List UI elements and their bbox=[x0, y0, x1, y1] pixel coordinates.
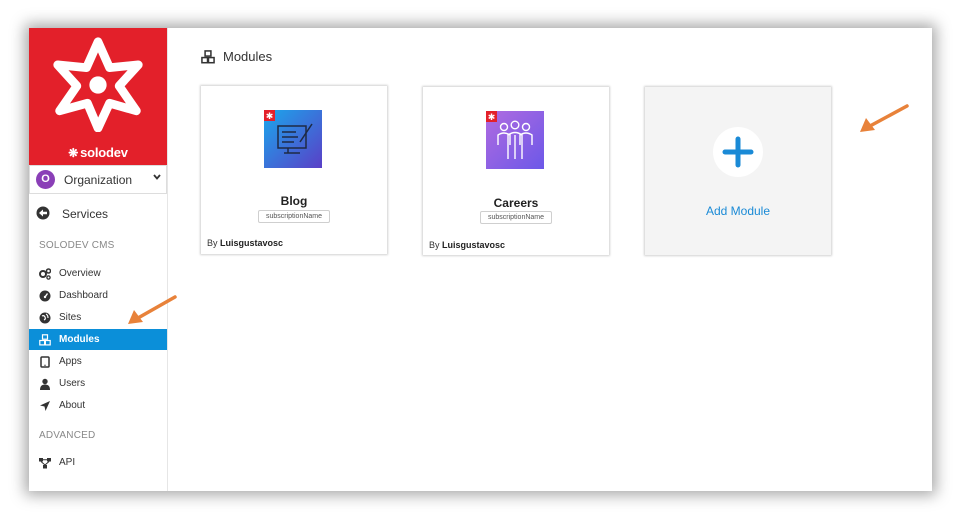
services-label: Services bbox=[62, 207, 109, 221]
module-author-prefix: By bbox=[207, 238, 218, 248]
svg-text:✱: ✱ bbox=[488, 113, 496, 123]
page-title-text: Modules bbox=[223, 49, 273, 64]
module-author-name: Luisgustavosc bbox=[220, 238, 284, 248]
location-arrow-icon bbox=[40, 401, 50, 411]
brand-name-text: solodev bbox=[80, 145, 128, 160]
organization-select[interactable]: O Organization bbox=[29, 165, 167, 194]
sidebar-item-api[interactable]: API bbox=[29, 452, 167, 473]
tablet-icon bbox=[40, 356, 50, 368]
module-subscription-tag: subscriptionName bbox=[258, 210, 330, 223]
blog-icon: ✱ bbox=[264, 110, 322, 168]
sidebar-item-overview[interactable]: Overview bbox=[29, 263, 167, 284]
sidebar-item-users[interactable]: Users bbox=[29, 373, 167, 394]
module-card-careers[interactable]: ✱ Careers subscriptionName By Luisgustav… bbox=[423, 87, 609, 255]
add-module-card[interactable]: Add Module bbox=[645, 87, 831, 255]
careers-icon: ✱ bbox=[486, 111, 544, 169]
organization-avatar: O bbox=[36, 170, 55, 189]
svg-text:✱: ✱ bbox=[266, 112, 274, 122]
user-icon bbox=[40, 378, 50, 390]
api-icon bbox=[39, 458, 51, 469]
brand-name: ❋ solodev bbox=[29, 145, 167, 160]
globe-icon bbox=[39, 312, 51, 324]
module-subscription-tag: subscriptionName bbox=[480, 211, 552, 224]
module-author-prefix: By bbox=[429, 240, 440, 250]
module-author: By Luisgustavosc bbox=[207, 238, 283, 248]
solodev-logo-icon bbox=[53, 37, 143, 132]
sidebar-item-label: Sites bbox=[59, 312, 82, 323]
cubes-icon bbox=[39, 334, 51, 346]
sidebar-item-about[interactable]: About bbox=[29, 395, 167, 416]
module-author: By Luisgustavosc bbox=[429, 240, 505, 250]
cubes-icon bbox=[201, 50, 215, 64]
sidebar-item-label: Overview bbox=[59, 268, 101, 279]
section-heading-cms: SOLODEV CMS bbox=[39, 240, 115, 251]
sidebar-item-label: Apps bbox=[59, 356, 82, 367]
organization-label: Organization bbox=[64, 173, 133, 187]
dashboard-icon bbox=[39, 290, 51, 302]
module-card-blog[interactable]: ✱ Blog subscriptionName By Luisgustavosc bbox=[201, 86, 387, 254]
module-name: Blog bbox=[280, 194, 308, 208]
sidebar-item-label: Modules bbox=[59, 334, 100, 345]
sidebar-item-modules[interactable]: Modules bbox=[29, 329, 167, 350]
brand-flake-icon: ❋ bbox=[68, 146, 79, 160]
chevron-down-icon bbox=[153, 174, 161, 180]
add-module-label: Add Module bbox=[705, 204, 771, 218]
annotation-arrow-icon bbox=[860, 104, 909, 132]
gears-icon bbox=[39, 268, 51, 280]
brand-header[interactable]: ❋ solodev bbox=[29, 28, 167, 165]
sidebar: ❋ solodev O Organization Services SOLODEV… bbox=[29, 28, 168, 491]
arrow-circle-left-icon bbox=[36, 206, 50, 220]
sidebar-item-label: Users bbox=[59, 378, 86, 389]
module-name: Careers bbox=[493, 196, 539, 210]
sidebar-item-apps[interactable]: Apps bbox=[29, 351, 167, 372]
sidebar-item-label: API bbox=[59, 457, 76, 468]
module-author-name: Luisgustavosc bbox=[442, 240, 506, 250]
sidebar-item-label: About bbox=[59, 400, 86, 411]
sidebar-item-label: Dashboard bbox=[59, 290, 108, 301]
app-window: ❋ solodev O Organization Services SOLODEV… bbox=[29, 28, 932, 491]
main-content: Modules ✱ Blog subscriptionName By Luisg… bbox=[168, 28, 932, 491]
annotation-arrow-icon bbox=[128, 295, 177, 324]
plus-icon bbox=[713, 127, 763, 177]
section-heading-advanced: ADVANCED bbox=[39, 430, 96, 441]
